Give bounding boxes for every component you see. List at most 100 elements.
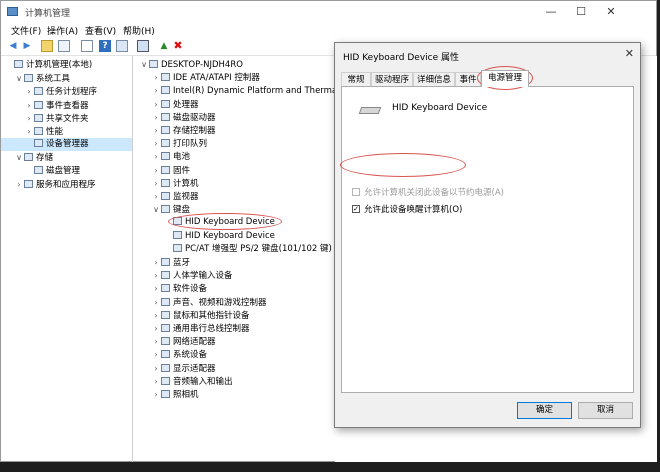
device-tree-item[interactable]: HID Keyboard Device: [136, 230, 335, 243]
chevron-down-icon[interactable]: ∨: [140, 58, 148, 71]
tab-general[interactable]: 常规: [341, 72, 371, 86]
console-tree-item[interactable]: › 性能: [1, 125, 132, 138]
device-tree-item[interactable]: › 打印队列: [136, 137, 335, 150]
console-tree-item[interactable]: › 事件查看器: [1, 99, 132, 112]
chevron-right-icon[interactable]: ›: [15, 178, 23, 191]
device-tree-label: 鼠标和其他指针设备: [173, 310, 250, 321]
chevron-right-icon[interactable]: ›: [152, 137, 160, 150]
dialog-close-icon[interactable]: ✕: [625, 47, 634, 60]
up-folder-icon[interactable]: [41, 40, 53, 52]
device-tree-item[interactable]: › 声音、视频和游戏控制器: [136, 296, 335, 309]
device-tree-item[interactable]: › 蓝牙: [136, 256, 335, 269]
device-tree-item[interactable]: › 计算机: [136, 177, 335, 190]
device-tree-item[interactable]: ∨ 键盘: [136, 203, 335, 216]
chevron-right-icon[interactable]: ›: [152, 375, 160, 388]
maximize-icon[interactable]: ☐: [566, 1, 596, 23]
storage-controller-icon: [161, 126, 170, 134]
allow-wake-label: 允许此设备唤醒计算机(O): [364, 205, 463, 215]
uninstall-icon[interactable]: ✖: [172, 40, 184, 52]
cancel-button[interactable]: 取消: [578, 402, 633, 419]
chevron-right-icon[interactable]: ›: [152, 111, 160, 124]
firmware-icon: [161, 165, 170, 174]
device-tree-label: 人体学输入设备: [173, 271, 233, 282]
chevron-right-icon[interactable]: ›: [25, 99, 33, 112]
chevron-down-icon[interactable]: ∨: [152, 203, 160, 216]
chevron-down-icon[interactable]: ∨: [15, 72, 23, 85]
device-tree-item[interactable]: › 鼠标和其他指针设备: [136, 309, 335, 322]
chevron-right-icon[interactable]: ›: [152, 124, 160, 137]
menu-file[interactable]: 文件(F): [11, 24, 41, 37]
chevron-right-icon[interactable]: ›: [152, 362, 160, 375]
device-tree-item[interactable]: › 通用串行总线控制器: [136, 322, 335, 335]
chevron-down-icon[interactable]: ∨: [15, 151, 23, 164]
device-tree-item[interactable]: › 固件: [136, 164, 335, 177]
tab-power-management[interactable]: 电源管理: [481, 70, 529, 87]
chevron-right-icon[interactable]: ›: [152, 256, 160, 269]
console-tree-item[interactable]: 磁盘管理: [1, 165, 132, 178]
device-tree-item[interactable]: › 存储控制器: [136, 124, 335, 137]
console-tree-item[interactable]: › 任务计划程序: [1, 85, 132, 98]
ok-button[interactable]: 确定: [517, 402, 572, 419]
chevron-right-icon[interactable]: ›: [152, 322, 160, 335]
device-tree-item[interactable]: HID Keyboard Device: [136, 216, 335, 229]
computer-mgmt-icon: [14, 60, 23, 68]
chevron-right-icon[interactable]: ›: [152, 348, 160, 361]
menu-bar: 文件(F) 操作(A) 查看(V) 帮助(H): [1, 23, 656, 38]
console-tree-item[interactable]: › 服务和应用程序: [1, 178, 132, 191]
monitor-icon[interactable]: [137, 40, 149, 52]
update-driver-icon[interactable]: ▲: [158, 40, 170, 52]
device-tree-item[interactable]: › 网络适配器: [136, 335, 335, 348]
device-tree-item[interactable]: PC/AT 增强型 PS/2 键盘(101/102 键): [136, 243, 335, 256]
help-icon[interactable]: ?: [99, 40, 111, 52]
minimize-icon[interactable]: —: [536, 1, 566, 23]
chevron-right-icon[interactable]: ›: [152, 269, 160, 282]
console-tree-icon[interactable]: [58, 40, 70, 52]
chevron-right-icon[interactable]: ›: [25, 85, 33, 98]
allow-wake-checkbox[interactable]: ✓: [352, 205, 360, 213]
chevron-right-icon[interactable]: ›: [152, 98, 160, 111]
console-tree-item[interactable]: 设备管理器: [1, 138, 132, 152]
show-hide-icon[interactable]: [116, 40, 128, 52]
chevron-right-icon[interactable]: ›: [152, 335, 160, 348]
device-tree-item[interactable]: › 显示适配器: [136, 362, 335, 375]
chevron-right-icon[interactable]: ›: [152, 388, 160, 401]
chevron-right-icon[interactable]: ›: [152, 190, 160, 203]
tab-driver[interactable]: 驱动程序: [371, 72, 413, 86]
close-icon[interactable]: ✕: [596, 1, 626, 23]
tab-events[interactable]: 事件: [455, 72, 481, 86]
tab-details[interactable]: 详细信息: [413, 72, 455, 86]
chevron-right-icon[interactable]: ›: [25, 112, 33, 125]
chevron-right-icon[interactable]: ›: [152, 164, 160, 177]
device-tree-item[interactable]: › IDE ATA/ATAPI 控制器: [136, 71, 335, 84]
allow-power-off-checkbox[interactable]: [352, 188, 360, 196]
chevron-right-icon[interactable]: ›: [152, 296, 160, 309]
menu-help[interactable]: 帮助(H): [123, 24, 155, 37]
chevron-right-icon[interactable]: ›: [152, 282, 160, 295]
console-tree-item[interactable]: › 共享文件夹: [1, 112, 132, 125]
device-tree-item[interactable]: › 系统设备: [136, 348, 335, 361]
menu-view[interactable]: 查看(V): [85, 24, 116, 37]
chevron-right-icon[interactable]: ›: [152, 71, 160, 84]
device-tree-item[interactable]: › 软件设备: [136, 282, 335, 295]
chevron-right-icon[interactable]: ›: [25, 125, 33, 138]
console-tree-item[interactable]: ∨ 存储: [1, 151, 132, 164]
menu-action[interactable]: 操作(A): [47, 24, 78, 37]
device-tree-item[interactable]: › 监视器: [136, 190, 335, 203]
device-tree-item[interactable]: › 磁盘驱动器: [136, 111, 335, 124]
device-tree-item[interactable]: › 人体学输入设备: [136, 269, 335, 282]
chevron-right-icon[interactable]: ›: [152, 177, 160, 190]
device-tree-item[interactable]: › 电池: [136, 150, 335, 163]
chevron-right-icon[interactable]: ›: [152, 309, 160, 322]
device-tree-item[interactable]: › 音频输入和输出: [136, 375, 335, 388]
device-tree-item[interactable]: › 照相机: [136, 388, 335, 401]
console-tree-item[interactable]: ∨ 系统工具: [1, 72, 132, 85]
device-tree-item[interactable]: ∨ DESKTOP-NJDH4RO: [136, 58, 335, 71]
forward-icon[interactable]: ▶: [21, 40, 33, 52]
chevron-right-icon[interactable]: ›: [152, 150, 160, 163]
properties-icon[interactable]: [81, 40, 93, 52]
back-icon[interactable]: ◀: [7, 40, 19, 52]
chevron-right-icon[interactable]: ›: [152, 84, 160, 97]
device-tree-item[interactable]: › 处理器: [136, 98, 335, 111]
console-tree-item[interactable]: 计算机管理(本地): [1, 59, 132, 72]
device-tree-item[interactable]: › Intel(R) Dynamic Platform and Thermal F…: [136, 84, 335, 97]
